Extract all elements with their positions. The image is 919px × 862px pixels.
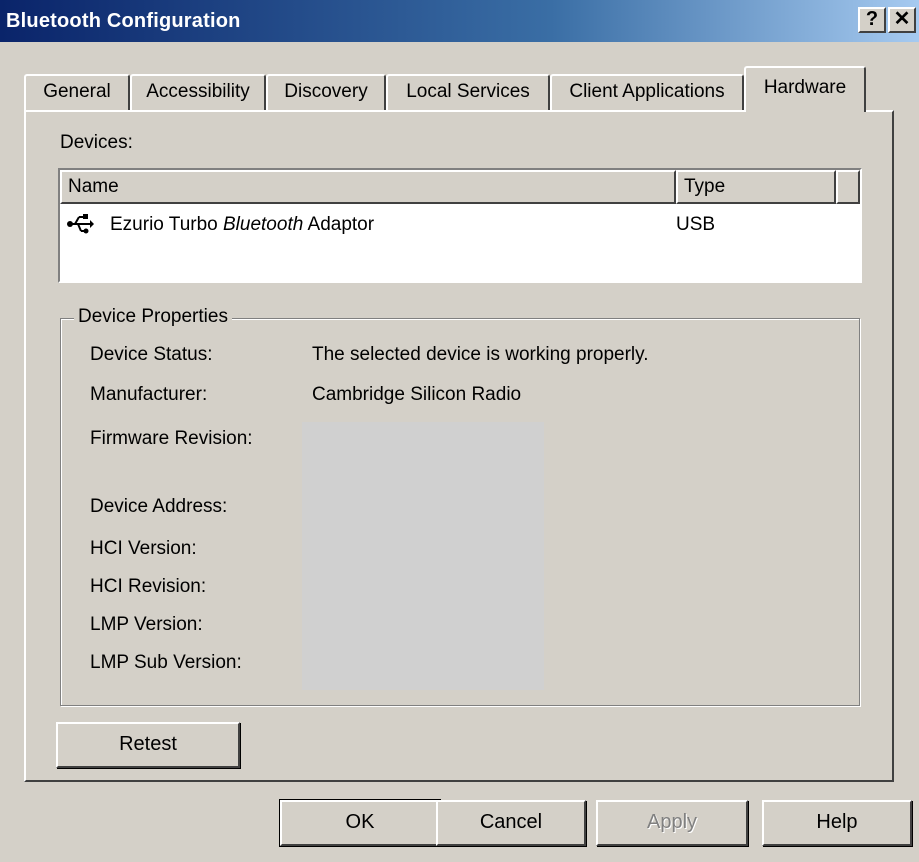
tab-local-services[interactable]: Local Services [386, 74, 550, 110]
column-header-filler [836, 170, 860, 204]
device-name: Ezurio Turbo Bluetooth Adaptor [110, 214, 375, 235]
list-item[interactable]: Ezurio Turbo Bluetooth Adaptor USB [60, 208, 860, 242]
manufacturer-label: Manufacturer: [90, 384, 208, 405]
usb-icon [66, 212, 94, 236]
title-bar: Bluetooth Configuration ? ✕ [0, 0, 919, 42]
tab-client-applications[interactable]: Client Applications [550, 74, 744, 110]
tab-hardware[interactable]: Hardware [744, 66, 866, 112]
retest-button[interactable]: Retest [56, 722, 240, 768]
hci-revision-label: HCI Revision: [90, 576, 207, 597]
manufacturer-value: Cambridge Silicon Radio [312, 384, 522, 405]
tab-strip: General Accessibility Discovery Local Se… [0, 66, 919, 112]
firmware-revision-label: Firmware Revision: [90, 428, 253, 449]
column-header-name[interactable]: Name [60, 170, 676, 204]
help-button[interactable]: Help [762, 800, 912, 846]
device-list[interactable]: Name Type Ezurio Turbo Bluetooth Adaptor… [58, 168, 862, 283]
tab-discovery[interactable]: Discovery [266, 74, 386, 110]
column-header-type[interactable]: Type [676, 170, 836, 204]
ok-button[interactable]: OK [279, 799, 441, 847]
hci-version-label: HCI Version: [90, 538, 197, 559]
device-type: USB [676, 214, 716, 235]
tab-general[interactable]: General [24, 74, 130, 110]
device-status-label: Device Status: [90, 344, 213, 365]
close-title-button[interactable]: ✕ [888, 7, 916, 33]
help-title-button[interactable]: ? [858, 7, 886, 33]
apply-button[interactable]: Apply [596, 800, 748, 846]
cancel-button[interactable]: Cancel [436, 800, 586, 846]
redacted-values-area [302, 422, 544, 690]
tab-accessibility[interactable]: Accessibility [130, 74, 266, 110]
device-status-value: The selected device is working properly. [312, 344, 649, 365]
device-address-label: Device Address: [90, 496, 228, 517]
window-title: Bluetooth Configuration [6, 10, 241, 32]
lmp-version-label: LMP Version: [90, 614, 203, 635]
devices-label: Devices: [60, 132, 133, 153]
lmp-sub-version-label: LMP Sub Version: [90, 652, 242, 673]
device-properties-legend: Device Properties [74, 306, 232, 328]
